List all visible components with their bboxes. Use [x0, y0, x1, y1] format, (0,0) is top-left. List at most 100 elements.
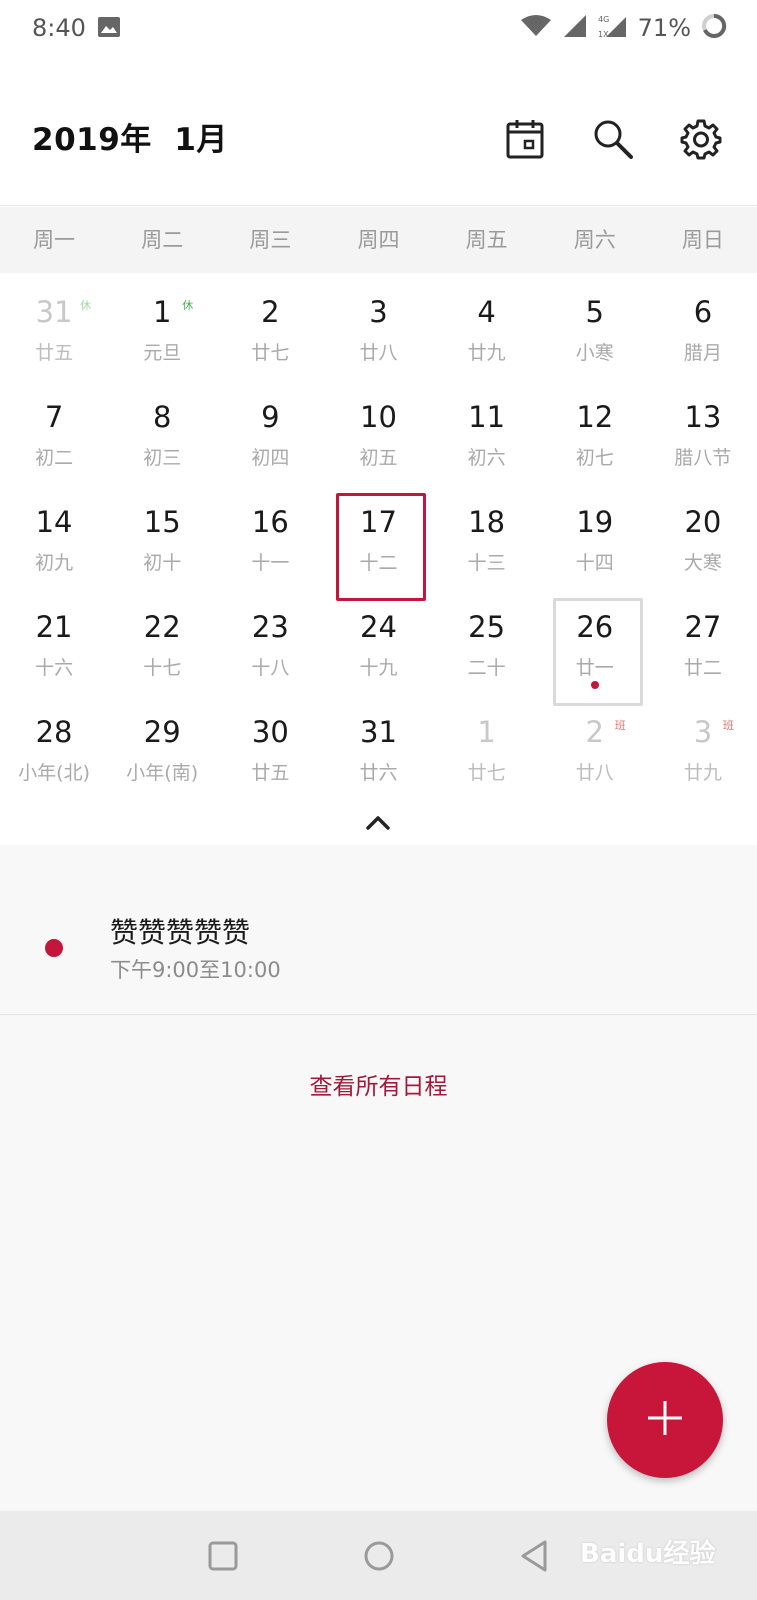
lunar-date: 初二: [35, 447, 74, 469]
workday-badge: 班: [614, 719, 626, 732]
month-title[interactable]: 2019年 1月: [32, 114, 228, 159]
home-icon[interactable]: [354, 1531, 404, 1581]
day-number: 13: [684, 400, 722, 434]
day-number: 31: [35, 295, 73, 329]
day-cell[interactable]: 25 二十: [433, 588, 541, 693]
day-number: 20: [684, 505, 722, 539]
day-number: 1: [152, 295, 172, 329]
view-all-schedules-link[interactable]: 查看所有日程: [0, 1067, 757, 1101]
day-cell[interactable]: 9 初四: [216, 378, 324, 483]
lunar-date: 元旦: [143, 342, 182, 364]
lunar-date: 小寒: [575, 342, 614, 364]
day-number: 31: [360, 715, 397, 749]
day-number: 1: [477, 715, 496, 749]
weekday-label: 周五: [465, 228, 508, 252]
day-cell[interactable]: 10 初五: [324, 378, 432, 483]
day-number: 6: [693, 295, 713, 329]
day-cell[interactable]: 20 大寒: [649, 483, 757, 588]
day-cell[interactable]: 22 十七: [108, 588, 216, 693]
svg-text:1X: 1X: [598, 30, 609, 39]
weekday-label: 周二: [141, 228, 184, 252]
day-cell[interactable]: 1 廿七: [433, 693, 541, 798]
day-cell[interactable]: 2 廿七: [216, 273, 324, 378]
recent-apps-icon[interactable]: [198, 1531, 248, 1581]
day-number: 25: [468, 610, 506, 644]
day-cell[interactable]: 19 十四: [541, 483, 649, 588]
day-cell[interactable]: 27 廿二: [649, 588, 757, 693]
day-cell[interactable]: 4 廿九: [433, 273, 541, 378]
day-number: 5: [585, 295, 604, 329]
day-cell[interactable]: 8 初三: [108, 378, 216, 483]
lunar-date: 廿八: [575, 762, 614, 784]
add-event-button[interactable]: [607, 1362, 723, 1478]
plus-icon: [645, 1398, 685, 1442]
settings-gear-icon[interactable]: [678, 116, 724, 162]
lunar-date: 廿五: [251, 762, 290, 784]
day-cell[interactable]: 1 元旦 休: [108, 273, 216, 378]
holiday-badge: 休: [182, 299, 194, 312]
day-cell[interactable]: 15 初十: [108, 483, 216, 588]
day-cell[interactable]: 24 十九: [324, 588, 432, 693]
day-number: 27: [684, 610, 722, 644]
collapse-calendar-chevron-up-icon[interactable]: [360, 812, 396, 834]
day-number: 15: [143, 505, 181, 539]
day-cell[interactable]: 13 腊八节: [649, 378, 757, 483]
day-cell[interactable]: 3 廿八: [324, 273, 432, 378]
back-icon[interactable]: [510, 1531, 560, 1581]
lunar-date: 十一: [251, 552, 290, 574]
event-indicator-dot: [590, 681, 599, 689]
day-cell-selected[interactable]: 17 十二: [324, 483, 432, 601]
day-cell[interactable]: 11 初六: [433, 378, 541, 483]
day-cell[interactable]: 30 廿五: [216, 693, 324, 798]
lunar-date: 十四: [575, 552, 614, 574]
watermark-logo: Baidu经验: [580, 1539, 716, 1569]
day-number: 7: [44, 400, 64, 434]
day-cell[interactable]: 28 小年(北): [0, 693, 108, 798]
status-time: 8:40: [32, 14, 86, 42]
lunar-date: 初七: [575, 447, 614, 469]
day-cell[interactable]: 21 十六: [0, 588, 108, 693]
day-cell[interactable]: 29 小年(南): [108, 693, 216, 798]
wifi-icon: [520, 14, 552, 42]
event-time: 下午9:00至10:00: [110, 958, 281, 982]
lunar-date: 二十: [467, 657, 506, 679]
day-number: 2: [261, 295, 280, 329]
app-header: 2019年 1月: [0, 56, 757, 206]
event-item[interactable]: 赞赞赞赞赞 下午9:00至10:00: [0, 845, 757, 1015]
workday-badge: 班: [722, 719, 734, 732]
day-number: 8: [152, 400, 172, 434]
lunar-date: 廿七: [467, 762, 506, 784]
day-cell-today[interactable]: 26 廿一: [541, 588, 649, 706]
week-row: 14 初九 15 初十 16 十一 17 十二 18 十三 19 十四 20 大寒: [0, 483, 757, 601]
lunar-date: 廿一: [575, 657, 614, 679]
day-number: 14: [35, 505, 73, 539]
battery-percentage: 71%: [637, 14, 691, 42]
day-number: 3: [369, 295, 388, 329]
image-icon: [98, 17, 120, 41]
weekday-label: 周日: [681, 228, 724, 252]
day-cell[interactable]: 7 初二: [0, 378, 108, 483]
day-cell[interactable]: 31 廿六: [324, 693, 432, 798]
day-cell[interactable]: 3 廿九 班: [649, 693, 757, 798]
event-title: 赞赞赞赞赞: [110, 916, 251, 949]
day-number: 19: [576, 505, 614, 539]
lunar-date: 廿六: [359, 762, 398, 784]
day-cell[interactable]: 14 初九: [0, 483, 108, 588]
lunar-date: 初三: [143, 447, 182, 469]
lunar-date: 初九: [35, 552, 74, 574]
day-cell[interactable]: 23 十八: [216, 588, 324, 693]
event-color-dot: [45, 939, 63, 957]
day-cell[interactable]: 31 廿五 休: [0, 273, 108, 378]
day-number: 21: [35, 610, 73, 644]
day-cell[interactable]: 2 廿八 班: [541, 693, 649, 798]
day-number: 26: [576, 610, 614, 644]
lunar-date: 小年(北): [18, 762, 90, 784]
day-cell[interactable]: 12 初七: [541, 378, 649, 483]
day-cell[interactable]: 16 十一: [216, 483, 324, 588]
search-icon[interactable]: [590, 116, 636, 162]
day-cell[interactable]: 5 小寒: [541, 273, 649, 378]
day-cell[interactable]: 6 腊月: [649, 273, 757, 378]
calendar-today-icon[interactable]: [502, 116, 548, 162]
day-cell[interactable]: 18 十三: [433, 483, 541, 588]
day-number: 9: [261, 400, 280, 434]
